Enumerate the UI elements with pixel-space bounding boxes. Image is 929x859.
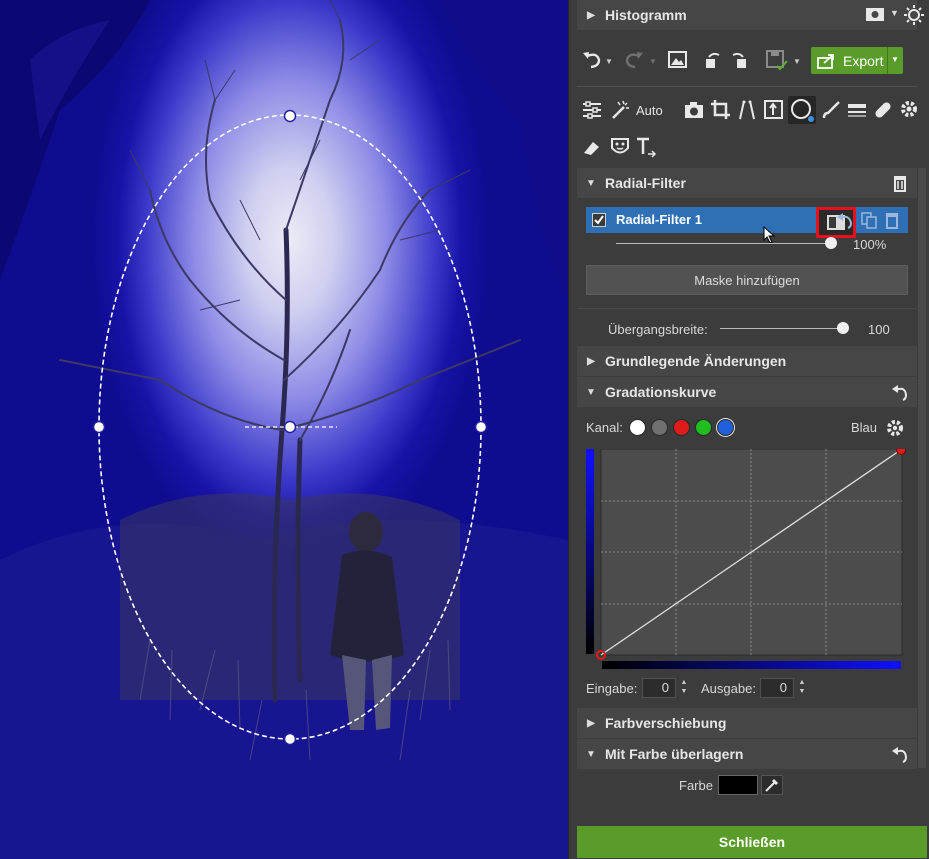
- settings-gear-icon[interactable]: [898, 98, 920, 120]
- eyedropper-icon: [765, 779, 778, 792]
- output-label: Ausgabe:: [701, 681, 756, 696]
- channel-green-dot[interactable]: [695, 419, 712, 436]
- crop-icon[interactable]: [710, 99, 732, 121]
- collapse-arrow-icon: ▼: [586, 386, 596, 398]
- transition-label: Übergangsbreite:: [608, 322, 708, 337]
- channel-blue-dot[interactable]: [717, 419, 734, 436]
- compare-image-icon[interactable]: [667, 50, 689, 70]
- channel-rgb-dot[interactable]: [629, 419, 646, 436]
- redo-dropdown-icon[interactable]: ▼: [649, 57, 657, 66]
- transition-slider-thumb[interactable]: [837, 322, 849, 334]
- text-tool-icon[interactable]: [635, 136, 657, 158]
- collapse-arrow-icon: ▼: [586, 177, 596, 189]
- right-panel: ▶ Histogramm ▼ ▼ ▼ ▼ Export ▼ Auto ▼ Rad…: [568, 0, 929, 859]
- adjustments-icon[interactable]: [581, 100, 603, 120]
- eraser-icon[interactable]: [581, 137, 603, 157]
- basic-changes-title: Grundlegende Änderungen: [605, 353, 787, 369]
- curves-title: Gradationskurve: [605, 384, 717, 400]
- photo-canvas[interactable]: [0, 0, 568, 859]
- color-overlay-title: Mit Farbe überlagern: [605, 746, 744, 762]
- gradient-filter-icon[interactable]: [846, 100, 868, 120]
- radial-filter-tool[interactable]: [788, 96, 816, 124]
- curves-header[interactable]: ▼ Gradationskurve: [577, 377, 917, 407]
- camera-icon[interactable]: [683, 100, 705, 120]
- auto-label[interactable]: Auto: [636, 103, 663, 118]
- filter-name: Radial-Filter 1: [616, 212, 702, 227]
- opacity-value: 100%: [853, 237, 887, 252]
- filter-enabled-checkbox[interactable]: [592, 213, 606, 227]
- radial-filter-title: Radial-Filter: [605, 175, 686, 191]
- color-shift-header[interactable]: ▶ Farbverschiebung: [577, 708, 917, 738]
- brush-icon[interactable]: [821, 99, 843, 121]
- redo-icon[interactable]: [623, 50, 645, 70]
- undo-icon[interactable]: [581, 50, 603, 70]
- undo-dropdown-icon[interactable]: ▼: [605, 57, 613, 66]
- input-label: Eingabe:: [586, 681, 638, 696]
- reset-overlay-icon[interactable]: [891, 745, 909, 763]
- channel-value: Blau: [851, 420, 878, 435]
- histogram-header[interactable]: ▶ Histogramm ▼: [577, 0, 924, 30]
- histogram-title: Histogramm: [605, 7, 687, 23]
- expand-arrow-icon: ▶: [587, 355, 595, 367]
- output-stepper-icon[interactable]: ▲ ▼: [797, 678, 807, 698]
- check-icon: [594, 215, 604, 225]
- export-label: Export: [843, 52, 884, 69]
- transition-slider[interactable]: [720, 328, 844, 329]
- photo-scene: [0, 0, 568, 859]
- mouse-cursor-icon: [763, 226, 776, 244]
- export-chevron-icon: ▼: [891, 55, 899, 64]
- export-dropdown[interactable]: ▼: [887, 47, 903, 74]
- curve-settings-gear-icon[interactable]: [885, 418, 905, 438]
- color-label: Farbe: [679, 778, 713, 793]
- delete-filter-icon[interactable]: [883, 211, 901, 229]
- input-stepper-icon[interactable]: ▲ ▼: [679, 678, 689, 698]
- curve-editor[interactable]: [586, 445, 908, 671]
- reset-arrow-icon[interactable]: [836, 211, 854, 229]
- perspective-icon[interactable]: [736, 99, 758, 121]
- expand-arrow-icon: ▶: [587, 717, 595, 729]
- color-overlay-header[interactable]: ▼ Mit Farbe überlagern: [577, 739, 917, 769]
- image-view-icon[interactable]: [865, 7, 887, 23]
- auto-wand-icon[interactable]: [609, 99, 631, 121]
- duplicate-icon[interactable]: [860, 211, 878, 229]
- opacity-slider-thumb[interactable]: [825, 237, 837, 249]
- add-mask-button[interactable]: Maske hinzufügen: [586, 265, 908, 295]
- opacity-slider[interactable]: [616, 243, 832, 244]
- export-icon: [817, 53, 834, 69]
- input-field[interactable]: 0: [642, 678, 676, 698]
- reset-curve-icon[interactable]: [891, 383, 909, 401]
- rotate-right-icon[interactable]: [727, 50, 749, 70]
- output-field[interactable]: 0: [760, 678, 794, 698]
- radial-filter-header[interactable]: ▼ Radial-Filter: [577, 168, 917, 198]
- chevron-down-icon[interactable]: ▼: [890, 8, 899, 18]
- expand-arrow-icon: ▶: [587, 9, 595, 21]
- transition-value: 100: [868, 322, 890, 337]
- face-retouch-icon[interactable]: [609, 136, 631, 158]
- bandage-icon[interactable]: [872, 99, 894, 121]
- channel-red-dot[interactable]: [673, 419, 690, 436]
- color-shift-title: Farbverschiebung: [605, 715, 727, 731]
- close-button[interactable]: Schließen: [577, 826, 927, 858]
- channel-luminance-dot[interactable]: [651, 419, 668, 436]
- panel-scrollbar[interactable]: [918, 168, 926, 768]
- trash-icon[interactable]: [891, 174, 909, 192]
- basic-changes-header[interactable]: ▶ Grundlegende Änderungen: [577, 346, 917, 376]
- eyedropper-button[interactable]: [761, 775, 783, 795]
- channel-label: Kanal:: [586, 420, 623, 435]
- rotate-left-icon[interactable]: [703, 50, 725, 70]
- radial-filter-icon: [791, 99, 814, 122]
- filter-list-item[interactable]: Radial-Filter 1: [586, 207, 908, 238]
- save-icon[interactable]: [765, 48, 789, 72]
- color-swatch[interactable]: [718, 775, 758, 795]
- collapse-arrow-icon: ▼: [586, 748, 596, 760]
- curve-graph: [586, 445, 906, 669]
- straighten-icon[interactable]: [763, 99, 785, 121]
- save-dropdown-icon[interactable]: ▼: [793, 57, 801, 66]
- brightness-icon[interactable]: [904, 5, 924, 25]
